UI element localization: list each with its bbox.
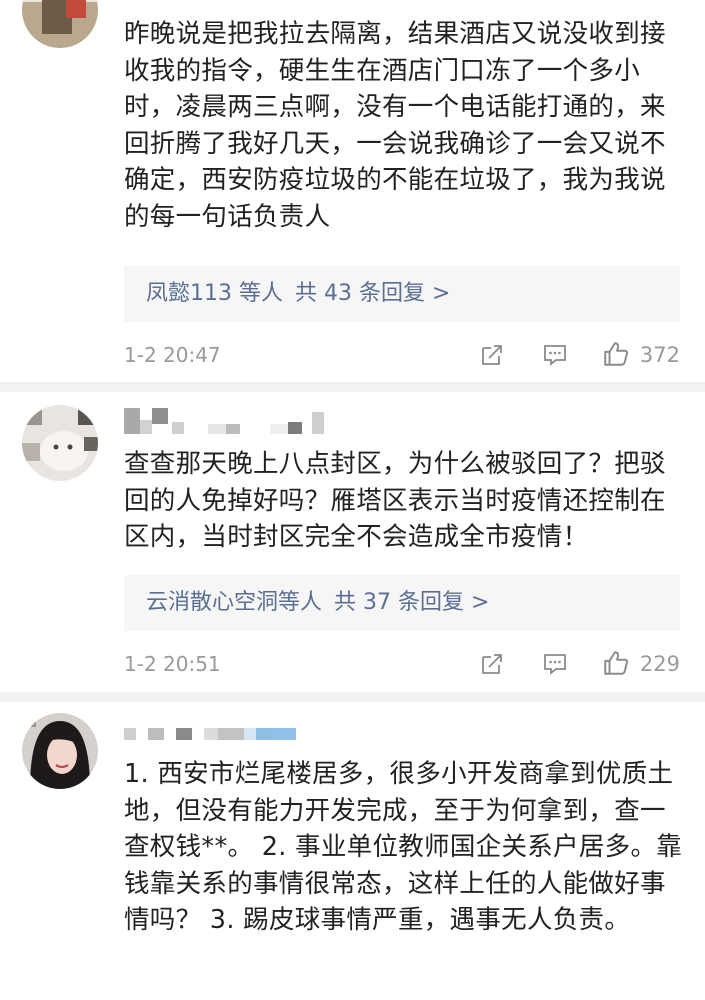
- thumbs-up-icon[interactable]: [602, 649, 630, 677]
- comment-text: 昨晚说是把我拉去隔离，结果酒店又说没收到接收我的指令，硬生生在酒店门口冻了一个多…: [124, 19, 666, 232]
- avatar[interactable]: [22, 0, 98, 48]
- comment-time: 1-2 20:51: [124, 652, 221, 676]
- comment-icon[interactable]: [542, 342, 568, 368]
- thumbs-up-icon[interactable]: [602, 340, 630, 368]
- comment-meta: 1-2 20:51 229: [124, 648, 680, 680]
- comment-card-1: 昨晚说是把我拉去隔离，结果酒店又说没收到接收我的指令，硬生生在酒店门口冻了一个多…: [0, 0, 705, 392]
- reply-count-link[interactable]: 共 43 条回复 >: [295, 281, 450, 306]
- reply-summary[interactable]: 云消散心空洞等人共 37 条回复 >: [124, 575, 680, 631]
- reply-users[interactable]: 云消散心空洞等人: [146, 590, 322, 615]
- like-count: 229: [639, 652, 680, 676]
- comment-text: 1. 西安市烂尾楼居多，很多小开发商拿到优质土地，但没有能力开发完成，至于为何拿…: [124, 759, 683, 935]
- comment-icon[interactable]: [542, 651, 568, 677]
- comment-card-3: 1. 西安市烂尾楼居多，很多小开发商拿到优质土地，但没有能力开发完成，至于为何拿…: [0, 702, 705, 1000]
- comment-card-2: 查查那天晚上八点封区，为什么被驳回了？把驳回的人免掉好吗？雁塔区表示当时疫情还控…: [0, 392, 705, 702]
- username-mosaic[interactable]: [124, 728, 296, 754]
- comment-meta: 1-2 20:47 372: [124, 339, 680, 371]
- share-icon[interactable]: [479, 651, 505, 677]
- username-mosaic[interactable]: [124, 408, 324, 434]
- divider: [0, 692, 705, 702]
- reply-count-link[interactable]: 共 37 条回复 >: [334, 590, 489, 615]
- avatar[interactable]: [22, 405, 98, 481]
- comment-time: 1-2 20:47: [124, 343, 221, 367]
- like-count: 372: [639, 343, 680, 367]
- avatar[interactable]: [22, 713, 98, 789]
- reply-users[interactable]: 凤懿113 等人: [146, 281, 283, 306]
- divider: [0, 382, 705, 392]
- comment-text: 查查那天晚上八点封区，为什么被驳回了？把驳回的人免掉好吗？雁塔区表示当时疫情还控…: [124, 449, 666, 552]
- share-icon[interactable]: [479, 342, 505, 368]
- reply-summary[interactable]: 凤懿113 等人共 43 条回复 >: [124, 266, 680, 322]
